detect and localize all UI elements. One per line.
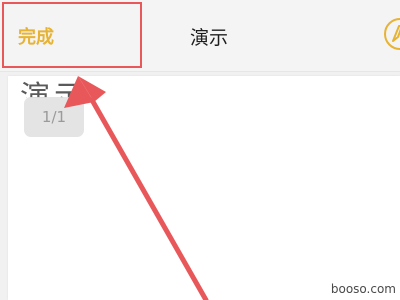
page-indicator-badge: 1/1 (24, 97, 84, 137)
document-title: 演示 (190, 26, 229, 49)
top-toolbar: 完成 演示 (0, 0, 400, 72)
slide-title-text[interactable]: 演示 (20, 72, 88, 98)
pen-icon[interactable] (383, 17, 400, 51)
watermark-text: booso.com (330, 282, 396, 296)
done-button[interactable]: 完成 (0, 0, 140, 72)
done-button-label: 完成 (18, 27, 54, 48)
